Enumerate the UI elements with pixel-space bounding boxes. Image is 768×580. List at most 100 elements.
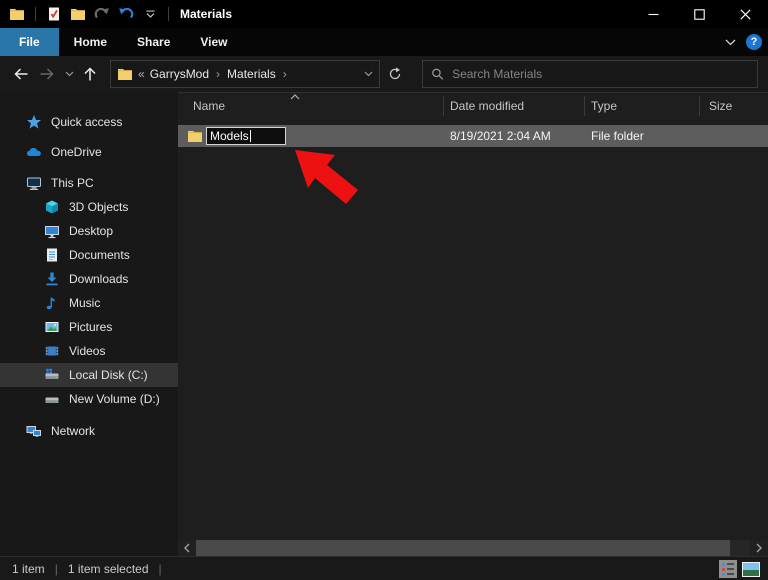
music-note-icon [44, 295, 60, 311]
sidebar-item-this-pc[interactable]: This PC [0, 171, 178, 195]
titlebar-separator [35, 7, 36, 21]
scrollbar-thumb[interactable] [196, 540, 730, 556]
arrow-right-icon [39, 67, 55, 81]
qat-customize-icon [146, 10, 155, 18]
scroll-right-button[interactable] [750, 540, 768, 556]
status-bar: 1 item | 1 item selected | [0, 556, 768, 580]
search-box[interactable] [422, 60, 758, 88]
tab-view[interactable]: View [185, 28, 242, 56]
chevron-right-icon [756, 543, 762, 553]
column-headers: Name Date modified Type Size [178, 93, 768, 119]
network-icon [26, 423, 42, 439]
maximize-button[interactable] [676, 0, 722, 28]
sidebar-item-onedrive[interactable]: OneDrive [0, 140, 178, 164]
chevron-left-icon [184, 543, 190, 553]
chevron-down-icon [725, 39, 736, 46]
sidebar-item-local-disk-c[interactable]: Local Disk (C:) [0, 363, 178, 387]
minimize-button[interactable] [630, 0, 676, 28]
refresh-button[interactable] [380, 60, 410, 88]
view-toggle-buttons [719, 560, 760, 578]
search-input[interactable] [452, 67, 749, 81]
thumbnail-view-icon [743, 563, 759, 576]
sidebar-item-desktop[interactable]: Desktop [0, 219, 178, 243]
qat-properties-button[interactable] [45, 5, 63, 23]
close-button[interactable] [722, 0, 768, 28]
titlebar: Materials [0, 0, 768, 28]
column-header-size[interactable]: Size [699, 93, 768, 119]
horizontal-scrollbar[interactable] [178, 540, 768, 556]
document-icon [44, 247, 60, 263]
new-folder-icon [70, 6, 86, 22]
up-button[interactable] [78, 60, 102, 88]
address-breadcrumb-box[interactable]: « GarrysMod › Materials › [110, 60, 380, 88]
chevron-down-icon [364, 71, 373, 77]
selection-count: 1 item selected [68, 562, 149, 576]
navigation-pane: Quick access OneDrive This PC 3D Objects… [0, 92, 178, 556]
qat-undo-button[interactable] [117, 5, 135, 23]
chevron-down-icon [65, 71, 74, 77]
cube-icon [44, 199, 60, 215]
sidebar-item-documents[interactable]: Documents [0, 243, 178, 267]
titlebar-separator [168, 7, 169, 21]
drive-icon [44, 391, 60, 407]
tab-file[interactable]: File [0, 28, 59, 56]
details-view-icon [722, 563, 725, 566]
tab-share[interactable]: Share [122, 28, 185, 56]
arrow-left-icon [13, 67, 29, 81]
refresh-icon [388, 67, 402, 81]
download-arrow-icon [44, 271, 60, 287]
sidebar-item-3d-objects[interactable]: 3D Objects [0, 195, 178, 219]
window-title: Materials [180, 7, 232, 21]
cloud-icon [26, 144, 42, 160]
column-header-date-modified[interactable]: Date modified [443, 93, 584, 119]
arrow-up-icon [83, 66, 97, 82]
sidebar-item-videos[interactable]: Videos [0, 339, 178, 363]
desktop-icon [44, 223, 60, 239]
computer-icon [26, 175, 42, 191]
file-row-type-cell: File folder [584, 129, 699, 143]
file-list-pane: Name Date modified Type Size Models 8/19… [178, 92, 768, 556]
breadcrumb-separator: › [281, 67, 289, 81]
details-view-button[interactable] [719, 560, 737, 578]
breadcrumb-overflow[interactable]: « [138, 67, 145, 81]
window-controls [630, 0, 768, 28]
tab-home[interactable]: Home [59, 28, 122, 56]
breadcrumb-segment-materials[interactable]: Materials [227, 67, 276, 81]
quick-access-toolbar [0, 5, 172, 23]
status-separator: | [159, 562, 162, 576]
drive-windows-icon [44, 367, 60, 383]
qat-redo-button[interactable] [93, 5, 111, 23]
redo-icon [94, 6, 110, 22]
rename-value: Models [210, 129, 249, 143]
sidebar-item-new-volume-d[interactable]: New Volume (D:) [0, 387, 178, 411]
sidebar-item-downloads[interactable]: Downloads [0, 267, 178, 291]
sidebar-item-network[interactable]: Network [0, 419, 178, 443]
star-icon [26, 114, 42, 130]
film-icon [44, 343, 60, 359]
scrollbar-track[interactable] [730, 540, 750, 556]
back-button[interactable] [8, 60, 34, 88]
qat-customize-button[interactable] [141, 5, 159, 23]
address-dropdown-button[interactable] [364, 71, 373, 77]
undo-icon [118, 6, 134, 22]
app-folder-icon [8, 5, 26, 23]
thumbnail-view-button[interactable] [742, 562, 760, 577]
minimize-icon [648, 9, 659, 20]
scroll-left-button[interactable] [178, 540, 196, 556]
forward-button[interactable] [34, 60, 60, 88]
sidebar-item-quick-access[interactable]: Quick access [0, 110, 178, 134]
qat-new-folder-button[interactable] [69, 5, 87, 23]
ribbon-expand-button[interactable] [725, 35, 736, 49]
column-header-type[interactable]: Type [584, 93, 699, 119]
search-icon [431, 67, 444, 81]
status-separator: | [55, 562, 58, 576]
folder-icon [187, 128, 203, 144]
file-row-date-cell: 8/19/2021 2:04 AM [443, 129, 584, 143]
recent-locations-button[interactable] [60, 60, 78, 88]
picture-icon [44, 319, 60, 335]
sidebar-item-pictures[interactable]: Pictures [0, 315, 178, 339]
breadcrumb-segment-garrysmod[interactable]: GarrysMod [150, 67, 209, 81]
sidebar-item-music[interactable]: Music [0, 291, 178, 315]
column-header-name[interactable]: Name [178, 93, 443, 119]
help-button[interactable]: ? [746, 34, 762, 50]
